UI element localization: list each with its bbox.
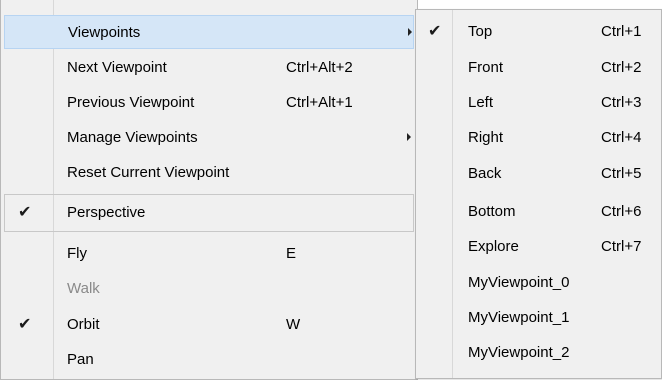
check-icon: ✔ <box>18 316 32 333</box>
menu-item-shortcut: Ctrl+Alt+2 <box>286 59 353 76</box>
menu-item-viewpoints[interactable]: Viewpoints <box>4 15 414 49</box>
menu-item-label: Walk <box>67 280 100 297</box>
menu-item-shortcut: E <box>286 245 297 262</box>
menu-item-label: Orbit <box>67 316 100 333</box>
submenu-item-shortcut: Ctrl+5 <box>601 165 642 182</box>
check-icon: ✔ <box>428 23 442 40</box>
menu-item-reset-viewpoint[interactable]: Reset Current Viewpoint <box>4 156 414 190</box>
menu-item-label: Fly <box>67 245 87 262</box>
check-icon: ✔ <box>18 204 32 221</box>
menu-item-label: Next Viewpoint <box>67 59 167 76</box>
menu-item-label: Pan <box>67 351 94 368</box>
menu-item-manage-viewpoints[interactable]: Manage Viewpoints <box>4 121 414 155</box>
submenu-item-label: Top <box>468 23 493 40</box>
submenu-item-myviewpoint-0[interactable]: MyViewpoint_0 <box>419 266 659 300</box>
menu-item-label: Manage Viewpoints <box>67 129 198 146</box>
menu-item-shortcut: Ctrl+Alt+1 <box>286 94 353 111</box>
submenu-item-myviewpoint-1[interactable]: MyViewpoint_1 <box>419 301 659 335</box>
submenu-item-label: MyViewpoint_1 <box>468 309 570 326</box>
submenu-item-explore[interactable]: Explore Ctrl+7 <box>419 230 659 264</box>
menu-item-fly[interactable]: Fly E <box>4 237 414 271</box>
submenu-item-shortcut: Ctrl+7 <box>601 238 642 255</box>
submenu-item-label: MyViewpoint_0 <box>468 274 570 291</box>
menu-item-label: Perspective <box>67 204 146 221</box>
submenu-item-label: Left <box>468 94 494 111</box>
submenu-item-right[interactable]: Right Ctrl+4 <box>419 121 659 155</box>
submenu-item-label: Explore <box>468 238 519 255</box>
submenu-item-left[interactable]: Left Ctrl+3 <box>419 86 659 120</box>
submenu-item-label: Right <box>468 129 504 146</box>
menu-item-next-viewpoint[interactable]: Next Viewpoint Ctrl+Alt+2 <box>4 51 414 85</box>
submenu-item-shortcut: Ctrl+3 <box>601 94 642 111</box>
submenu-item-myviewpoint-2[interactable]: MyViewpoint_2 <box>419 336 659 370</box>
submenu-item-shortcut: Ctrl+2 <box>601 59 642 76</box>
submenu-item-shortcut: Ctrl+6 <box>601 203 642 220</box>
view-menu: Viewpoints Next Viewpoint Ctrl+Alt+2 Pre… <box>0 0 418 380</box>
submenu-item-label: Bottom <box>468 203 516 220</box>
submenu-item-label: MyViewpoint_2 <box>468 344 570 361</box>
submenu-item-top[interactable]: ✔ Top Ctrl+1 <box>419 15 659 49</box>
menu-item-label: Previous Viewpoint <box>67 94 195 111</box>
menu-item-label: Reset Current Viewpoint <box>67 164 230 181</box>
submenu-item-front[interactable]: Front Ctrl+2 <box>419 51 659 85</box>
viewpoints-submenu: ✔ Top Ctrl+1 Front Ctrl+2 Left Ctrl+3 Ri… <box>415 9 662 379</box>
menu-item-label: Viewpoints <box>68 24 141 41</box>
submenu-item-bottom[interactable]: Bottom Ctrl+6 <box>419 195 659 229</box>
menu-item-orbit[interactable]: ✔ Orbit W <box>4 308 414 342</box>
menu-item-perspective[interactable]: ✔ Perspective <box>4 196 414 230</box>
submenu-item-shortcut: Ctrl+4 <box>601 129 642 146</box>
submenu-item-label: Front <box>468 59 504 76</box>
submenu-arrow-icon <box>408 28 412 36</box>
submenu-item-label: Back <box>468 165 502 182</box>
submenu-item-back[interactable]: Back Ctrl+5 <box>419 157 659 191</box>
menu-item-walk: Walk <box>4 272 414 306</box>
menu-item-pan[interactable]: Pan <box>4 343 414 377</box>
menu-item-shortcut: W <box>286 316 301 333</box>
submenu-arrow-icon <box>407 133 411 141</box>
submenu-item-shortcut: Ctrl+1 <box>601 23 642 40</box>
menu-item-previous-viewpoint[interactable]: Previous Viewpoint Ctrl+Alt+1 <box>4 86 414 120</box>
